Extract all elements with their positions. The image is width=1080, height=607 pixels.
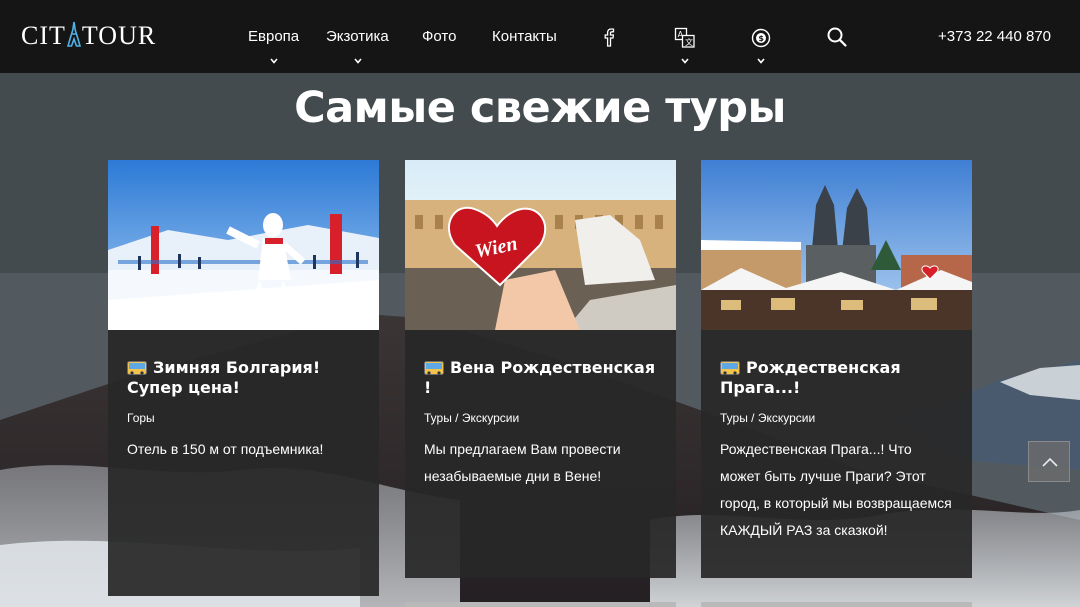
next-card-edge <box>405 602 676 607</box>
nav-label: Европа <box>248 28 300 45</box>
card-category[interactable]: Туры / Экскурсии <box>720 410 952 426</box>
logo-text-right: TOUR <box>81 21 157 50</box>
card-body: Вена Рождественская ! Туры / Экскурсии М… <box>405 330 676 510</box>
eiffel-tower-icon <box>66 21 81 47</box>
nav-label: Экзотика <box>326 28 389 45</box>
site-logo[interactable]: CIT TOUR <box>21 20 156 52</box>
card-title-text: Рождественская Прага...! <box>720 358 901 397</box>
chevron-down-icon[interactable] <box>681 57 689 65</box>
nav-label: Фото <box>422 28 457 45</box>
tour-photo-vienna[interactable]: Wien <box>405 160 676 330</box>
nav-item-contacts[interactable]: Контакты <box>492 27 557 47</box>
bus-icon <box>424 361 444 375</box>
bus-icon <box>720 361 740 375</box>
tour-photo-bulgaria[interactable] <box>108 160 379 330</box>
nav-item-europe[interactable]: Европа <box>248 27 299 47</box>
logo-text-left: CIT <box>21 21 66 50</box>
chevron-down-icon[interactable] <box>757 57 765 65</box>
phone-number[interactable]: +373 22 440 870 <box>938 27 1051 47</box>
next-card-edge <box>701 602 972 607</box>
svg-text:文: 文 <box>685 37 693 47</box>
card-body: Рождественская Прага...! Туры / Экскурси… <box>701 330 972 564</box>
tour-card[interactable]: Рождественская Прага...! Туры / Экскурси… <box>701 160 972 578</box>
chevron-down-icon[interactable] <box>270 57 278 65</box>
chevron-up-icon <box>1042 457 1058 467</box>
card-description: Мы предлагаем Вам провести незабываемые … <box>424 441 621 484</box>
card-title[interactable]: Зимняя Болгария! Супер цена! <box>127 358 359 398</box>
card-category[interactable]: Горы <box>127 410 359 426</box>
scroll-to-top-button[interactable] <box>1028 441 1070 482</box>
nav-item-exotic[interactable]: Экзотика <box>326 27 389 47</box>
tour-photo-prague[interactable] <box>701 160 972 330</box>
section-title: Самые свежие туры <box>294 83 786 133</box>
currency-icon[interactable]: $ <box>750 27 772 49</box>
card-description: Отель в 150 м от подъемника! <box>127 441 324 457</box>
svg-text:A: A <box>678 30 684 39</box>
nav-item-photo[interactable]: Фото <box>422 27 456 47</box>
site-header: CIT TOUR Европа Экзотика Фото Контакты A … <box>0 0 1080 73</box>
language-icon[interactable]: A 文 <box>674 27 696 49</box>
search-icon[interactable] <box>826 26 848 48</box>
facebook-icon[interactable] <box>598 26 620 48</box>
card-title-text: Зимняя Болгария! Супер цена! <box>127 358 321 397</box>
tour-card[interactable]: Зимняя Болгария! Супер цена! Горы Отель … <box>108 160 379 596</box>
card-body: Зимняя Болгария! Супер цена! Горы Отель … <box>108 330 379 483</box>
nav-label: Контакты <box>492 28 557 45</box>
chevron-down-icon[interactable] <box>354 57 362 65</box>
card-title[interactable]: Вена Рождественская ! <box>424 358 656 398</box>
card-category[interactable]: Туры / Экскурсии <box>424 410 656 426</box>
svg-text:$: $ <box>758 34 764 43</box>
card-title-text: Вена Рождественская ! <box>424 358 656 397</box>
card-description: Рождественская Прага...! Что может быть … <box>720 441 952 538</box>
bus-icon <box>127 361 147 375</box>
tour-card[interactable]: Wien Вена Рождественская ! Туры / Экскур… <box>405 160 676 578</box>
card-title[interactable]: Рождественская Прага...! <box>720 358 952 398</box>
